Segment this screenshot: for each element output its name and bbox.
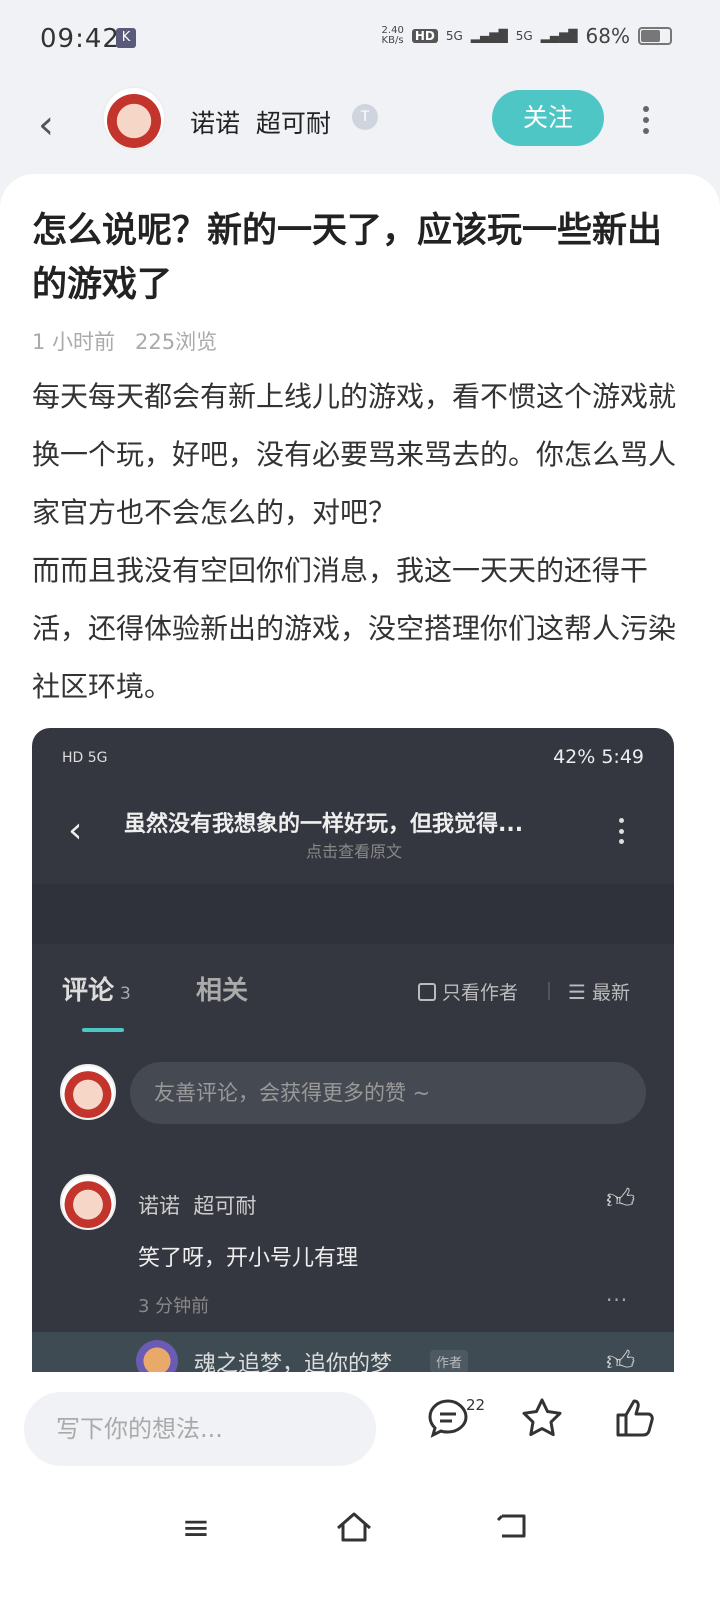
embedded-screenshot[interactable]: HD 5G 42% 5:49 ‹ 虽然没有我想象的一样好玩，但我觉得... 点击… [32, 728, 674, 1400]
comment-input[interactable]: 写下你的想法... [24, 1392, 376, 1466]
embedded-title: 虽然没有我想象的一样好玩，但我觉得... [124, 812, 524, 837]
tab-comments-count: 3 [120, 984, 131, 1004]
post-body: 每天每天都会有新上线儿的游戏，看不惯这个游戏就换一个玩，好吧，没有必要骂来骂去的… [32, 368, 692, 716]
only-author-label: 只看作者 [442, 982, 519, 1004]
post-paragraph-1: 每天每天都会有新上线儿的游戏，看不惯这个游戏就换一个玩，好吧，没有必要骂来骂去的… [32, 380, 677, 529]
status-time: 09:42 [40, 24, 120, 54]
avatar [60, 1174, 116, 1230]
embedded-status-bar: HD 5G 42% 5:49 [32, 728, 674, 788]
signal-bars-2: ▂▄▆█ [540, 29, 578, 43]
comment-text: 笑了呀，开小号儿有理 [138, 1246, 359, 1271]
tab-comments-label: 评论 [62, 976, 115, 1006]
sort-icon: ☰ [568, 980, 586, 1004]
comment-author: 诺诺 超可耐 [138, 1194, 257, 1218]
post-paragraph-2: 而而且我没有空回你们消息，我这一天天的还得干活，还得体验新出的游戏，没空搭理你们… [32, 554, 677, 703]
thumbs-up-icon: 👍︎ [606, 1182, 636, 1215]
net-speed: 2.40 KB/s [381, 25, 404, 46]
app-notification-icon: K [116, 28, 136, 48]
checkbox-icon [418, 982, 436, 1001]
star-icon[interactable] [518, 1396, 566, 1444]
author-name[interactable]: 诺诺 超可耐 [190, 104, 331, 140]
avatar [60, 1064, 116, 1120]
post-header: ‹ 诺诺 超可耐 T 关注 [0, 78, 720, 168]
embedded-more-icon [614, 818, 628, 844]
only-author-filter: 只看作者 [418, 978, 518, 1005]
battery-fill [641, 30, 661, 42]
tab-related: 相关 [196, 976, 249, 1006]
post-meta: 1 小时前 225浏览 [32, 330, 218, 354]
signal-icon-1: 5G [445, 29, 463, 43]
comment-icon[interactable] [424, 1396, 472, 1444]
more-horizontal-icon: ··· [606, 1288, 629, 1312]
embedded-status-right: 42% 5:49 [553, 746, 644, 768]
signal-bars-1: ▂▄▆█ [470, 29, 508, 43]
embedded-status-left: HD 5G [62, 750, 108, 766]
avatar[interactable] [102, 86, 166, 150]
divider [548, 982, 550, 1000]
embedded-subtitle: 点击查看原文 [305, 842, 402, 861]
post-card: 怎么说呢？新的一天了，应该玩一些新出的游戏了 1 小时前 225浏览 每天每天都… [0, 174, 720, 1400]
hd-icon: HD [411, 29, 438, 43]
sort-control: ☰ 最新 [568, 978, 630, 1005]
status-bar: 09:42 K 2.40 KB/s HD 5G ▂▄▆█ 5G ▂▄▆█ 68% [0, 0, 720, 78]
embedded-back-icon: ‹ [68, 810, 83, 851]
status-right: 2.40 KB/s HD 5G ▂▄▆█ 5G ▂▄▆█ 68% [382, 24, 672, 48]
embedded-divider-bar [32, 884, 674, 944]
more-icon[interactable] [636, 100, 656, 140]
comment-count: 22 [466, 1396, 486, 1414]
follow-button[interactable]: 关注 [492, 90, 604, 146]
author-tag: 作者 [430, 1350, 469, 1373]
comment-time: 3 分钟前 [138, 1296, 210, 1317]
battery-percent: 68% [585, 24, 630, 48]
thumbs-up-icon[interactable] [612, 1396, 660, 1444]
sort-label: 最新 [591, 982, 630, 1004]
menu-icon[interactable]: ≡ [172, 1508, 220, 1548]
level-badge: T [352, 104, 378, 130]
post-title: 怎么说呢？新的一天了，应该玩一些新出的游戏了 [32, 211, 663, 305]
back-icon[interactable] [488, 1508, 536, 1548]
signal-icon-2: 5G [515, 29, 533, 43]
bottom-action-bar: 写下你的想法... 22 [0, 1372, 720, 1472]
tab-comments: 评论 3 [62, 970, 131, 1007]
battery-icon [638, 27, 672, 45]
home-icon[interactable] [330, 1508, 378, 1548]
chevron-left-icon[interactable]: ‹ [38, 102, 68, 148]
system-nav-bar: ≡ [0, 1472, 720, 1600]
tab-indicator [82, 1028, 124, 1032]
embedded-comment-input: 友善评论，会获得更多的赞 ~ [130, 1062, 646, 1124]
